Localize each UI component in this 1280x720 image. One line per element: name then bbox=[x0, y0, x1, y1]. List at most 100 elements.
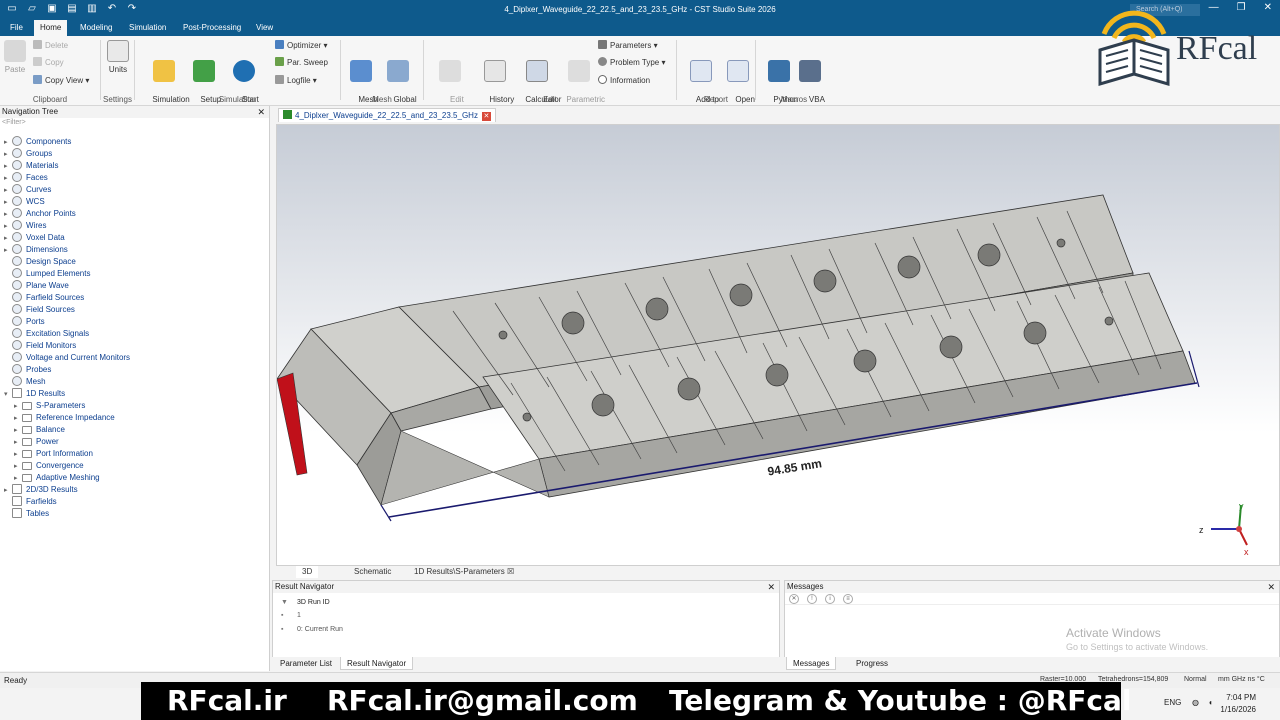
tree-item[interactable]: Field Monitors bbox=[4, 340, 76, 352]
units-readout[interactable]: mm GHz ns °C bbox=[1218, 676, 1265, 683]
language-indicator[interactable]: ENG bbox=[1164, 698, 1181, 707]
warning-filter-icon[interactable]: ! bbox=[807, 593, 817, 604]
tree-item[interactable]: Plane Wave bbox=[4, 280, 69, 292]
tree-item[interactable]: Excitation Signals bbox=[4, 328, 89, 340]
optimizer-button[interactable]: Optimizer ▾ bbox=[275, 40, 327, 52]
tree-item[interactable]: Voltage and Current Monitors bbox=[4, 352, 130, 364]
tree-item[interactable]: ▸ Power bbox=[14, 436, 59, 448]
delete-button[interactable]: Delete bbox=[33, 40, 68, 52]
tree-item[interactable]: Farfields bbox=[4, 496, 57, 508]
edit-group: Edit Properties History List Calculator … bbox=[424, 36, 676, 114]
folder-icon bbox=[22, 414, 32, 422]
network-icon[interactable]: ◍ bbox=[1192, 698, 1199, 707]
problem-type-button[interactable]: Problem Type ▾ bbox=[598, 57, 665, 69]
table-row[interactable]: ▪ 0: Current Run bbox=[273, 624, 779, 636]
info-icon bbox=[598, 75, 607, 84]
document-tab[interactable]: 4_Diplxer_Waveguide_22_22.5_and_23_23.5_… bbox=[278, 108, 496, 122]
tree-item[interactable]: Field Sources bbox=[4, 304, 75, 316]
folder-icon bbox=[22, 474, 32, 482]
tab-3d[interactable]: 3D bbox=[296, 566, 319, 578]
tree-node-icon bbox=[12, 268, 22, 278]
tab-s-parameters[interactable]: 1D Results\S-Parameters ☒ bbox=[408, 566, 520, 578]
tree-item[interactable]: ▾ 1D Results bbox=[4, 388, 65, 400]
information-button[interactable]: Information bbox=[598, 75, 650, 87]
tab-schematic[interactable]: Schematic bbox=[348, 566, 397, 578]
tree-item[interactable]: Ports bbox=[4, 316, 45, 328]
tree-item-label: Probes bbox=[26, 365, 52, 374]
calculator-icon bbox=[525, 60, 548, 82]
info-filter-icon[interactable]: i bbox=[825, 593, 835, 604]
tree-item-label: Farfield Sources bbox=[26, 293, 85, 302]
tree-item[interactable]: ▸ Curves bbox=[4, 184, 51, 196]
tab-messages[interactable]: Messages bbox=[786, 657, 837, 670]
expand-icon[interactable]: ▾ bbox=[4, 389, 12, 401]
tree-item[interactable]: ▸ Convergence bbox=[14, 460, 84, 472]
tree-item[interactable]: ▸ Wires bbox=[4, 220, 46, 232]
units-icon bbox=[107, 40, 129, 62]
tab-home[interactable]: Home bbox=[34, 20, 68, 36]
tab-parameter-list[interactable]: Parameter List bbox=[274, 657, 338, 670]
logfile-button[interactable]: Logfile ▾ bbox=[275, 75, 317, 87]
tree-item[interactable]: Mesh bbox=[4, 376, 46, 388]
volume-icon[interactable]: ◖ bbox=[1208, 698, 1213, 707]
tree-node-icon bbox=[12, 328, 22, 338]
close-icon[interactable]: ✕ bbox=[257, 106, 265, 118]
tree-node-icon bbox=[12, 184, 22, 194]
tree-item[interactable]: Lumped Elements bbox=[4, 268, 90, 280]
tab-progress[interactable]: Progress bbox=[850, 657, 894, 670]
tree-item[interactable]: ▸ S-Parameters bbox=[14, 400, 85, 412]
clock[interactable]: 7:04 PM 1/16/2026 bbox=[1220, 692, 1256, 716]
tree-item[interactable]: ▸ 2D/3D Results bbox=[4, 484, 78, 496]
tab-simulation[interactable]: Simulation bbox=[123, 20, 172, 36]
units-button[interactable]: Units bbox=[107, 40, 129, 75]
close-icon[interactable]: ✕ bbox=[1267, 581, 1275, 593]
axis-y-label: y bbox=[1239, 501, 1244, 511]
3d-viewport[interactable]: 94.85 mm y z x bbox=[276, 124, 1280, 566]
close-tab-icon[interactable]: ✕ bbox=[481, 112, 491, 121]
copy-view-button[interactable]: Copy View ▾ bbox=[33, 75, 89, 87]
tree-item[interactable]: ▸ Voxel Data bbox=[4, 232, 65, 244]
tree-item[interactable]: ▸ Faces bbox=[4, 172, 48, 184]
ribbon: Paste Delete Copy Copy View ▾ Clipboard … bbox=[0, 36, 1280, 123]
tree-item-label: Excitation Signals bbox=[26, 329, 90, 338]
parameters-button[interactable]: Parameters ▾ bbox=[598, 40, 658, 52]
tree-item[interactable]: ▸ Anchor Points bbox=[4, 208, 76, 220]
menu-bar: File Home Modeling Simulation Post-Proce… bbox=[0, 20, 1280, 36]
paste-button[interactable]: Paste bbox=[4, 40, 26, 75]
tab-view[interactable]: View bbox=[250, 20, 279, 36]
tree-filter-input[interactable]: <Filter> bbox=[0, 118, 269, 128]
tab-file[interactable]: File bbox=[4, 20, 29, 36]
mesh-label: Mesh bbox=[372, 95, 392, 104]
copy-button[interactable]: Copy bbox=[33, 57, 64, 69]
tab-post-processing[interactable]: Post-Processing bbox=[177, 20, 247, 36]
tree-item[interactable]: ▸ Dimensions bbox=[4, 244, 68, 256]
tree-item[interactable]: ▸ Materials bbox=[4, 160, 58, 172]
close-icon[interactable]: ✕ bbox=[767, 581, 775, 593]
tree-item[interactable]: Probes bbox=[4, 364, 51, 376]
tab-modeling[interactable]: Modeling bbox=[74, 20, 118, 36]
tree-item[interactable]: ▸ Port Information bbox=[14, 448, 93, 460]
tab-result-navigator[interactable]: Result Navigator bbox=[340, 657, 414, 670]
tree-item[interactable]: Design Space bbox=[4, 256, 76, 268]
copy-view-icon bbox=[33, 75, 42, 84]
tree-item[interactable]: ▸ Components bbox=[4, 136, 71, 148]
filter-icon[interactable]: ▼ bbox=[281, 597, 289, 609]
view-mode[interactable]: Normal bbox=[1184, 676, 1207, 683]
par-sweep-button[interactable]: Par. Sweep bbox=[275, 57, 328, 69]
tree-item[interactable]: ▸ Groups bbox=[4, 148, 52, 160]
tree-item[interactable]: ▸ WCS bbox=[4, 196, 45, 208]
close-tab-icon[interactable]: ☒ bbox=[507, 567, 514, 576]
watermark-banner: RFcal.ir RFcal.ir@gmail.com Telegram & Y… bbox=[141, 682, 1132, 720]
tree-item[interactable]: ▸ Balance bbox=[14, 424, 65, 436]
table-row[interactable]: ▪ 1 bbox=[273, 610, 779, 622]
tree-node-icon bbox=[12, 292, 22, 302]
optimizer-icon bbox=[275, 40, 284, 49]
tree-item[interactable]: Farfield Sources bbox=[4, 292, 84, 304]
tree-item[interactable]: Tables bbox=[4, 508, 49, 520]
list-icon[interactable]: ≡ bbox=[843, 593, 853, 604]
status-text: Ready bbox=[4, 676, 28, 685]
tree-item[interactable]: ▸ Reference Impedance bbox=[14, 412, 115, 424]
tree-item[interactable]: ▸ Adaptive Meshing bbox=[14, 472, 100, 484]
cst-file-icon bbox=[283, 110, 292, 119]
error-filter-icon[interactable]: ✕ bbox=[789, 593, 799, 604]
